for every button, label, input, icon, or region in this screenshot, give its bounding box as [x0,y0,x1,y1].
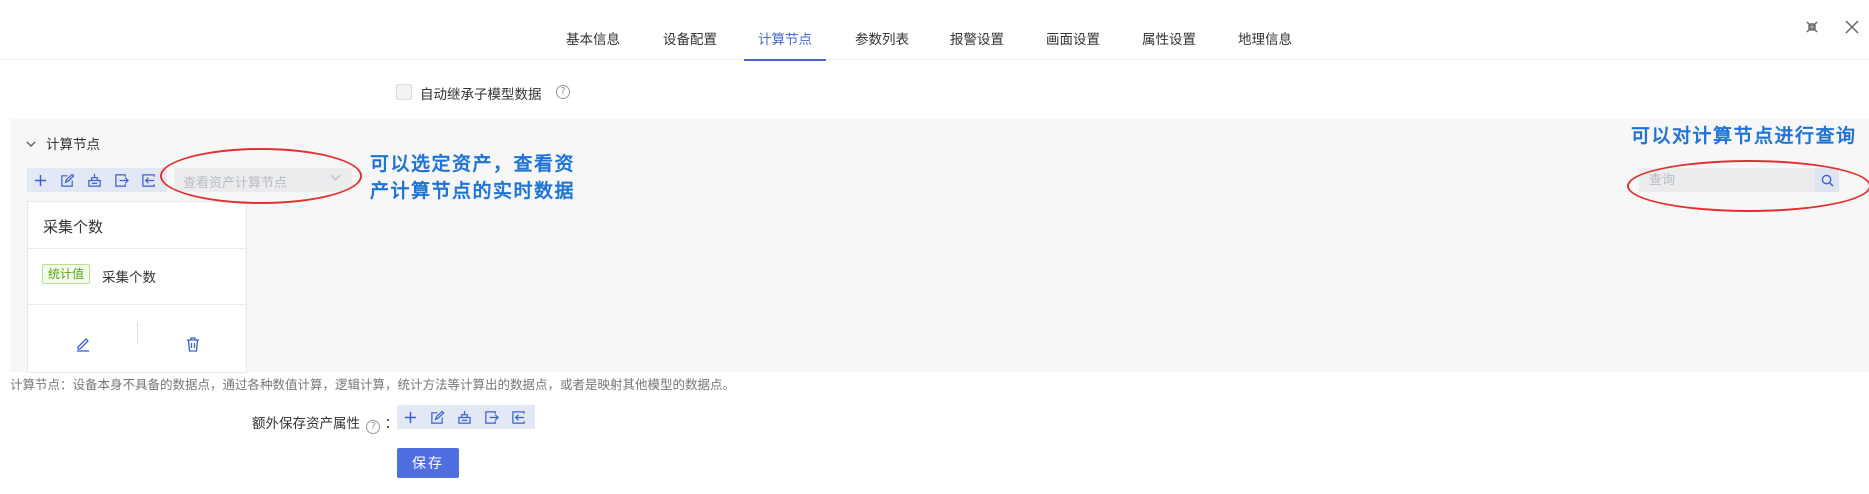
export-icon[interactable] [478,405,505,429]
card-value: 采集个数 [102,270,156,286]
annotation-line: 可以选定资产，查看资 [370,153,576,175]
chevron-down-icon [330,172,341,186]
status-badge: 统计值 [42,264,91,284]
fullscreen-icon[interactable] [1803,18,1821,36]
tab-alarm-settings[interactable]: 报警设置 [950,28,1004,60]
divider [28,248,246,249]
export-alt-icon[interactable] [135,168,162,192]
import-icon[interactable] [451,405,478,429]
annotation-search-note: 可以对计算节点进行查询 [1631,125,1857,147]
export-icon[interactable] [108,168,135,192]
node-toolbar [27,168,167,192]
card-title: 采集个数 [43,218,104,236]
section-header[interactable]: 计算节点 [26,133,100,153]
tab-compute-nodes[interactable]: 计算节点 [744,28,826,61]
asset-select-placeholder: 查看资产计算节点 [183,176,288,191]
question-circle-icon[interactable]: ? [366,420,381,434]
section-title: 计算节点 [46,137,100,153]
tab-device-config[interactable]: 设备配置 [663,28,717,60]
tab-bar: 基本信息 设备配置 计算节点 参数列表 报警设置 画面设置 属性设置 地理信息 [0,0,1869,61]
annotation-select-note: 可以选定资产，查看资 产计算节点的实时数据 [370,151,575,205]
export-alt-icon[interactable] [505,405,532,429]
save-button[interactable]: 保存 [397,448,459,478]
chevron-down-icon [26,137,36,153]
question-circle-icon[interactable]: ? [556,85,570,99]
section-description: 计算节点：设备本身不具备的数据点，通过各种数值计算，逻辑计算，统计方法等计算出的… [10,377,736,392]
tab-param-list[interactable]: 参数列表 [855,28,909,60]
edit-icon[interactable] [54,168,81,192]
close-icon[interactable] [1843,18,1861,36]
annotation-line: 产计算节点的实时数据 [370,180,576,202]
edit-icon[interactable] [424,405,451,429]
trash-icon[interactable] [138,314,248,374]
extra-label-text: 额外保存资产属性 [252,416,360,432]
search-icon[interactable] [1815,168,1839,192]
extra-attributes-label: 额外保存资产属性 ? ： [252,412,398,434]
compute-node-panel: 计算节点 查看资产计算节点 采集个数 统计值 采集个数 [10,119,1869,373]
edit-icon[interactable] [28,314,138,374]
compute-node-card[interactable]: 采集个数 统计值 采集个数 [27,201,247,373]
inherit-label: 自动继承子模型数据 [420,87,542,103]
search-box [1639,168,1839,192]
tab-geo-info[interactable]: 地理信息 [1238,28,1292,60]
search-input[interactable] [1639,168,1815,192]
extra-toolbar [397,405,535,429]
asset-select[interactable]: 查看资产计算节点 [174,168,352,192]
tab-screen-settings[interactable]: 画面设置 [1046,28,1100,60]
inherit-checkbox[interactable] [396,84,412,100]
tab-attribute-settings[interactable]: 属性设置 [1142,28,1196,60]
import-icon[interactable] [81,168,108,192]
plus-icon[interactable] [27,168,54,192]
divider [28,304,246,305]
plus-icon[interactable] [397,405,424,429]
tab-basic-info[interactable]: 基本信息 [566,28,620,60]
